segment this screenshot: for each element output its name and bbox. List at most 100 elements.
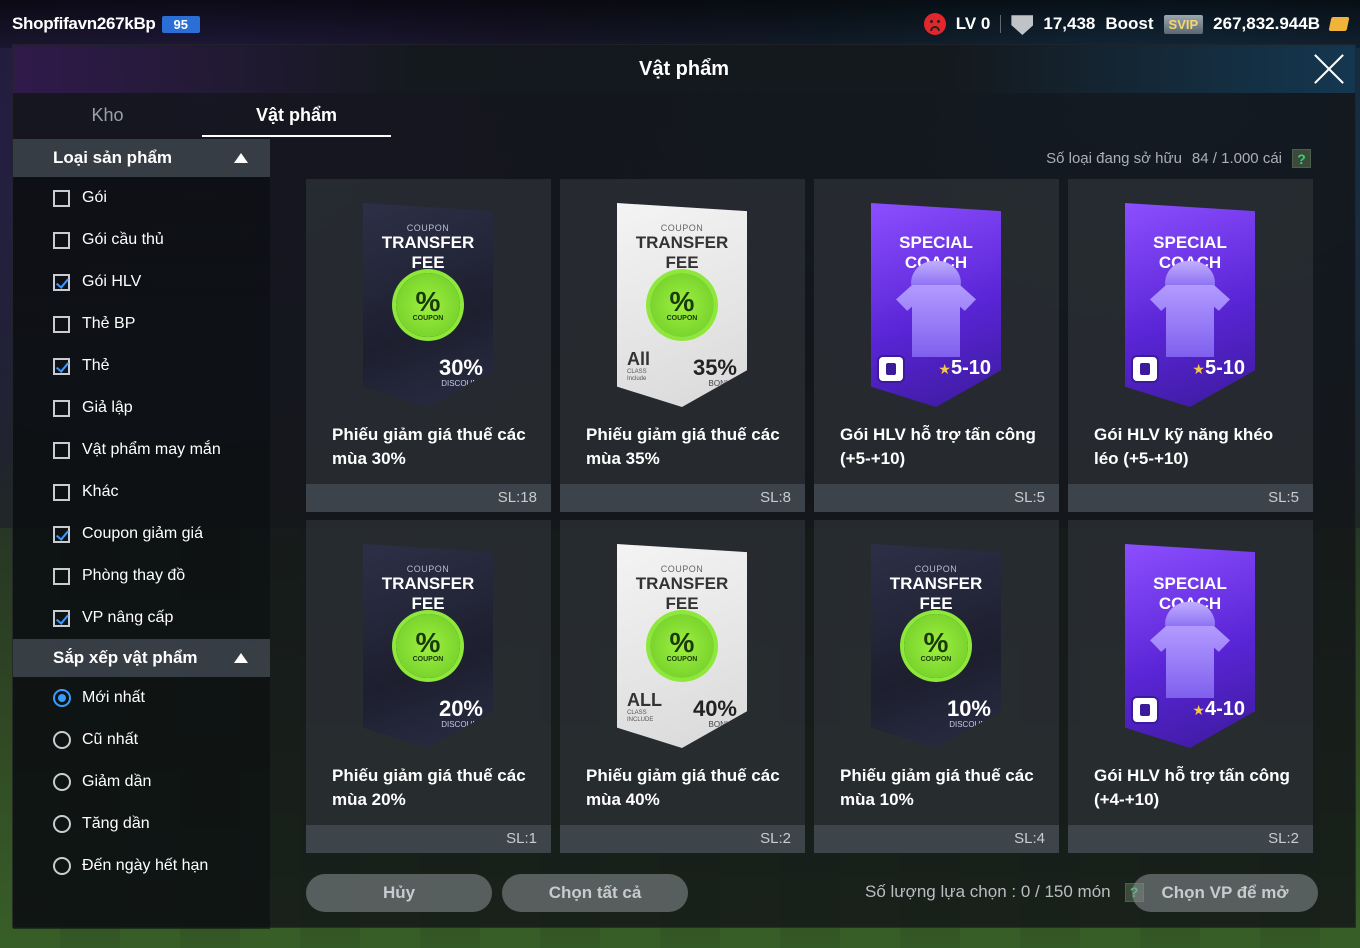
tab-vat-pham[interactable]: Vật phẩm (202, 93, 391, 137)
filter-list: Gói Gói cầu thủ Gói HLV Thẻ BP Thẻ Giả lập Vật… (13, 177, 270, 639)
filter-option-label: Phòng thay đồ (82, 567, 186, 584)
top-right-stats: LV 0 17,438 Boost SVIP 267,832.944B (923, 13, 1350, 35)
item-quantity: SL:18 (306, 484, 551, 512)
caret-up-icon[interactable] (234, 153, 248, 163)
coupon-sub-label: DISCOUNT (949, 720, 991, 729)
sort-option-label: Mới nhất (82, 689, 145, 706)
filter-option[interactable]: Gói HLV (13, 261, 270, 303)
ticket-icon[interactable] (1328, 17, 1350, 31)
user-level-badge: 95 (161, 15, 200, 33)
coach-badge-icon (1133, 698, 1157, 722)
checkbox[interactable] (53, 483, 70, 501)
item-name: Phiếu giảm giá thuế các mùa 35% (586, 425, 780, 468)
checkbox[interactable] (53, 609, 70, 627)
coach-card-art: SPECIAL COACH★5-10 (871, 203, 1001, 407)
select-all-button[interactable]: Chọn tất cả (502, 874, 688, 912)
star-icon: ★ (1192, 702, 1205, 718)
coupon-small-label: COUPON (406, 223, 450, 233)
coupon-title: TRANSFER FEE (381, 233, 475, 272)
open-selected-button[interactable]: Chọn VP để mở (1132, 874, 1318, 912)
filter-option[interactable]: Khác (13, 471, 270, 513)
filter-option[interactable]: Gói cầu thủ (13, 219, 270, 261)
filter-option-label: Gói cầu thủ (82, 231, 164, 248)
checkbox[interactable] (53, 525, 70, 543)
checkbox[interactable] (53, 273, 70, 291)
checkbox[interactable] (53, 567, 70, 585)
coach-range-value: 4-10 (1204, 698, 1245, 720)
item-card[interactable]: COUPON TRANSFER FEE% COUPON 35% BONUS All CLAS… (560, 179, 805, 512)
filter-option-label: Gói HLV (82, 273, 142, 290)
item-card[interactable]: COUPON TRANSFER FEE% COUPON 30% DISCOUNT Phiế… (306, 179, 551, 512)
product-type-header[interactable]: Loại sản phẩm (13, 139, 270, 177)
sort-option[interactable]: Giảm dần (13, 761, 270, 803)
checkbox[interactable] (53, 189, 70, 207)
percent-badge-icon: % COUPON (650, 273, 714, 337)
sort-option-label: Giảm dần (82, 773, 152, 790)
sort-option[interactable]: Tăng dần (13, 803, 270, 845)
radio-button[interactable] (53, 773, 71, 791)
item-name: Gói HLV kỹ năng khéo léo (+5-+10) (1094, 425, 1274, 468)
star-icon: ★ (938, 361, 951, 377)
item-art: SPECIAL COACH★5-10 (1125, 203, 1255, 407)
checkbox[interactable] (53, 399, 70, 417)
coupon-card-art: COUPON TRANSFER FEE% COUPON 20% DISCOUNT (363, 544, 493, 748)
item-quantity: SL:8 (560, 484, 805, 512)
item-card[interactable]: COUPON TRANSFER FEE% COUPON 10% DISCOUNT Phiế… (814, 520, 1059, 853)
coupon-title: TRANSFER FEE (381, 574, 475, 613)
filter-option[interactable]: Thẻ (13, 345, 270, 387)
item-art: COUPON TRANSFER FEE% COUPON 10% DISCOUNT (871, 544, 1001, 748)
checkbox[interactable] (53, 441, 70, 459)
item-art: COUPON TRANSFER FEE% COUPON 20% DISCOUNT (363, 544, 493, 748)
tab-kho[interactable]: Kho (13, 93, 202, 137)
lv-value: LV 0 (955, 14, 991, 33)
help-icon[interactable]: ? (1292, 149, 1311, 168)
item-quantity: SL:5 (814, 484, 1059, 512)
item-art: COUPON TRANSFER FEE% COUPON 35% BONUS All CLAS… (617, 203, 747, 407)
filter-option-label: Thẻ (82, 357, 110, 374)
item-quantity: SL:4 (814, 825, 1059, 853)
radio-button[interactable] (53, 731, 71, 749)
filter-option[interactable]: Thẻ BP (13, 303, 270, 345)
item-card[interactable]: COUPON TRANSFER FEE% COUPON 40% BONUS ALL CLAS… (560, 520, 805, 853)
radio-button[interactable] (53, 689, 71, 707)
checkbox[interactable] (53, 357, 70, 375)
filter-option[interactable]: Giả lập (13, 387, 270, 429)
sort-option[interactable]: Cũ nhất (13, 719, 270, 761)
jersey-icon (1150, 285, 1230, 357)
coupon-card-art: COUPON TRANSFER FEE% COUPON 10% DISCOUNT (871, 544, 1001, 748)
filter-option[interactable]: Vật phẩm may mắn (13, 429, 270, 471)
item-card[interactable]: SPECIAL COACH★5-10 Gói HLV hỗ trợ tấn côn… (814, 179, 1059, 512)
coupon-value: 10% (946, 696, 991, 721)
item-quantity: SL:2 (1068, 825, 1313, 853)
radio-button[interactable] (53, 857, 71, 875)
cancel-button[interactable]: Hủy (306, 874, 492, 912)
owned-value: 84 / 1.000 cái (1191, 150, 1282, 167)
sort-header[interactable]: Sắp xếp vật phẩm (13, 639, 270, 677)
filter-option[interactable]: Phòng thay đồ (13, 555, 270, 597)
sort-option[interactable]: Đến ngày hết hạn (13, 845, 270, 887)
item-card[interactable]: SPECIAL COACH★5-10 Gói HLV kỹ năng khéo l… (1068, 179, 1313, 512)
selection-count: Số lượng lựa chọn : 0 / 150 món ? (865, 882, 1144, 902)
checkbox[interactable] (53, 231, 70, 249)
filter-option[interactable]: VP nâng cấp (13, 597, 270, 639)
item-card[interactable]: SPECIAL COACH★4-10 Gói HLV hỗ trợ tấn côn… (1068, 520, 1313, 853)
item-card[interactable]: COUPON TRANSFER FEE% COUPON 20% DISCOUNT Phiế… (306, 520, 551, 853)
checkbox[interactable] (53, 315, 70, 333)
coupon-all-label: ALL (627, 690, 662, 710)
sort-label: Sắp xếp vật phẩm (53, 648, 198, 667)
item-quantity: SL:5 (1068, 484, 1313, 512)
close-icon[interactable] (1313, 53, 1345, 85)
selection-label: Số lượng lựa chọn : 0 / 150 món (865, 882, 1111, 901)
coupon-sub-label: DISCOUNT (441, 379, 483, 388)
caret-up-icon[interactable] (234, 653, 248, 663)
sort-option[interactable]: Mới nhất (13, 677, 270, 719)
sort-list: Mới nhất Cũ nhất Giảm dần Tăng dần Đến ngày … (13, 677, 270, 887)
filter-option[interactable]: Coupon giảm giá (13, 513, 270, 555)
items-modal: Vật phẩm Kho Vật phẩm Loại sản phẩm Gói G… (12, 44, 1356, 929)
coupon-value: 30% (438, 355, 483, 380)
coupon-title: TRANSFER FEE (889, 574, 983, 613)
filter-option[interactable]: Gói (13, 177, 270, 219)
coupon-small-label: COUPON (660, 564, 704, 574)
radio-button[interactable] (53, 815, 71, 833)
filter-option-label: Vật phẩm may mắn (82, 441, 221, 458)
